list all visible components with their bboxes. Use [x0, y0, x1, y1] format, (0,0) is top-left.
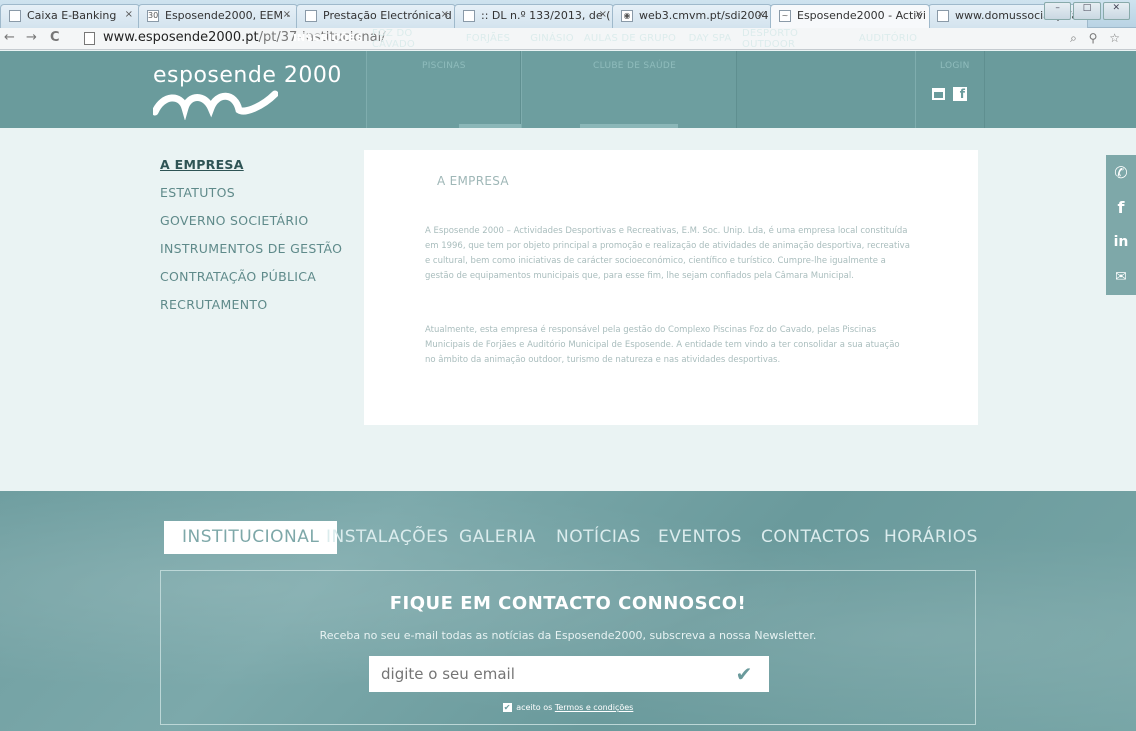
phone-icon[interactable]: ✆ — [1106, 155, 1136, 190]
footer-nav-instalacoes[interactable]: INSTALAÇÕES — [326, 521, 449, 554]
email-input[interactable] — [369, 656, 769, 692]
terms-row: ✔ aceito os Termos e condições — [502, 703, 634, 712]
linkedin-icon[interactable]: in — [1106, 225, 1136, 260]
page-title: A EMPRESA — [437, 174, 509, 188]
footer-nav-eventos[interactable]: EVENTOS — [658, 521, 742, 554]
forward-icon[interactable]: → — [26, 30, 37, 45]
browser-tab[interactable]: Caixa E-Banking × — [0, 4, 140, 28]
side-social-bar: ✆ f in ✉ — [1106, 155, 1136, 295]
page-icon — [9, 10, 21, 22]
window-controls: – □ ✕ — [1044, 2, 1130, 20]
sidebar-item-instrumentos-de-gestao[interactable]: INSTRUMENTOS DE GESTÃO — [160, 241, 342, 269]
page-icon — [937, 10, 949, 22]
minimize-icon[interactable]: – — [1044, 2, 1072, 20]
nav-indicator — [580, 124, 678, 128]
newsletter-box: FIQUE EM CONTACTO CONNOSCO! Receba no se… — [160, 570, 976, 725]
facebook-icon[interactable]: f — [953, 87, 967, 101]
facebook-icon[interactable]: f — [1106, 190, 1136, 225]
reload-icon[interactable]: C — [50, 30, 60, 45]
footer-nav-galeria[interactable]: GALERIA — [459, 521, 536, 554]
sidebar-item-governo-societario[interactable]: GOVERNO SOCIETÁRIO — [160, 213, 342, 241]
sidebar-item-estatutos[interactable]: ESTATUTOS — [160, 185, 342, 213]
footer-nav-institucional[interactable]: INSTITUCIONAL — [164, 521, 338, 554]
nav-day-spa[interactable]: DAY SPA — [682, 0, 738, 77]
close-window-icon[interactable]: ✕ — [1102, 2, 1130, 20]
content-card — [364, 150, 978, 425]
nav-aulas-de-grupo[interactable]: AULAS DE GRUPO — [582, 0, 678, 77]
sidebar-item-contratacao-publica[interactable]: CONTRATAÇÃO PÚBLICA — [160, 269, 342, 297]
nav-inscricoes[interactable]: INSCRIÇÕES — [293, 0, 363, 77]
newsletter-subtitle: Receba no seu e-mail todas as notícias d… — [319, 629, 817, 642]
newsletter-title: FIQUE EM CONTACTO CONNOSCO! — [389, 593, 747, 614]
close-icon[interactable]: × — [283, 9, 291, 20]
back-icon[interactable]: ← — [4, 30, 15, 45]
nav-ginasio[interactable]: GINÁSIO — [524, 0, 580, 77]
footer-nav-horarios[interactable]: HORÁRIOS — [884, 521, 978, 554]
page-icon — [84, 32, 95, 45]
footer-nav-contactos[interactable]: CONTACTOS — [761, 521, 870, 554]
logo-waves-icon — [153, 90, 278, 120]
nav-forjaes[interactable]: FORJÃES — [460, 0, 516, 77]
maximize-icon[interactable]: □ — [1073, 2, 1101, 20]
footer-nav-noticias[interactable]: NOTÍCIAS — [556, 521, 641, 554]
wave-icon: ~ — [779, 10, 791, 22]
terms-checkbox[interactable]: ✔ — [502, 703, 512, 712]
calendar-icon[interactable] — [932, 88, 945, 100]
browser-tab-active[interactable]: ~ Esposende2000 - Activi × — [770, 4, 930, 28]
calendar-icon: 30 — [147, 10, 159, 22]
browser-tab[interactable]: 30 Esposende2000, EEM - × — [138, 4, 298, 28]
nav-indicator — [459, 124, 521, 128]
content-paragraph: Atualmente, esta empresa é responsável p… — [425, 325, 900, 365]
sidebar-menu: A EMPRESA ESTATUTOS GOVERNO SOCIETÁRIO I… — [160, 157, 342, 325]
mail-icon[interactable]: ✉ — [1106, 260, 1136, 295]
sidebar-item-a-empresa[interactable]: A EMPRESA — [160, 157, 342, 185]
sidebar-item-recrutamento[interactable]: RECRUTAMENTO — [160, 297, 342, 325]
omnibox-icons[interactable]: ⌕ ⚲ ☆ — [1070, 31, 1124, 46]
content-paragraph: A Esposende 2000 – Actividades Desportiv… — [425, 226, 910, 281]
close-icon[interactable]: × — [915, 9, 923, 20]
close-icon[interactable]: × — [125, 9, 133, 20]
login-label[interactable]: LOGIN — [940, 61, 970, 71]
terms-link[interactable]: Termos e condições — [555, 703, 634, 712]
nav-foz-do-cavado[interactable]: FOZ DO CÁVADO — [372, 0, 454, 77]
submit-check-icon[interactable]: ✔ — [731, 661, 757, 687]
